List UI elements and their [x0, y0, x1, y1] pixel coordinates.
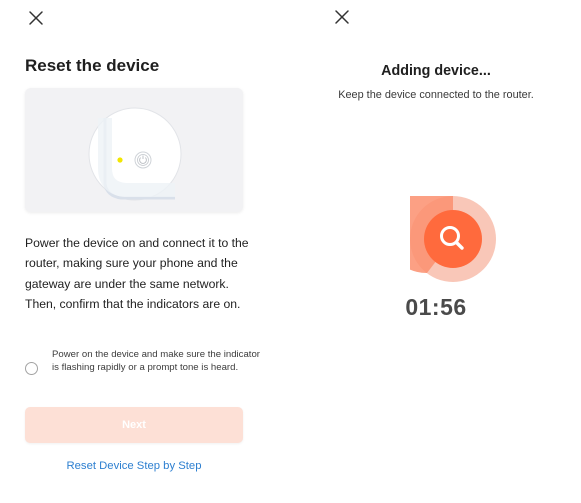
confirm-radio[interactable] [25, 362, 38, 375]
close-icon [333, 8, 351, 26]
reset-device-link[interactable]: Reset Device Step by Step [25, 460, 243, 472]
close-button[interactable] [333, 8, 351, 26]
close-icon [27, 9, 45, 27]
close-button[interactable] [27, 9, 45, 27]
countdown-timer: 01:56 [405, 294, 467, 320]
indicator-light [117, 157, 123, 163]
search-progress-graphic [383, 187, 496, 282]
adding-device-title: Adding device... [381, 63, 491, 79]
instruction-text: Power the device on and connect it to th… [25, 236, 249, 311]
adding-device-subtitle: Keep the device connected to the router. [338, 89, 534, 101]
confirm-text: Power on the device and make sure the in… [52, 349, 260, 373]
device-reset-illustration [25, 88, 243, 212]
page-title: Reset the device [25, 56, 160, 75]
next-button[interactable]: Next [25, 407, 243, 443]
confirm-checkbox-row[interactable]: Power on the device and make sure the in… [25, 349, 260, 391]
